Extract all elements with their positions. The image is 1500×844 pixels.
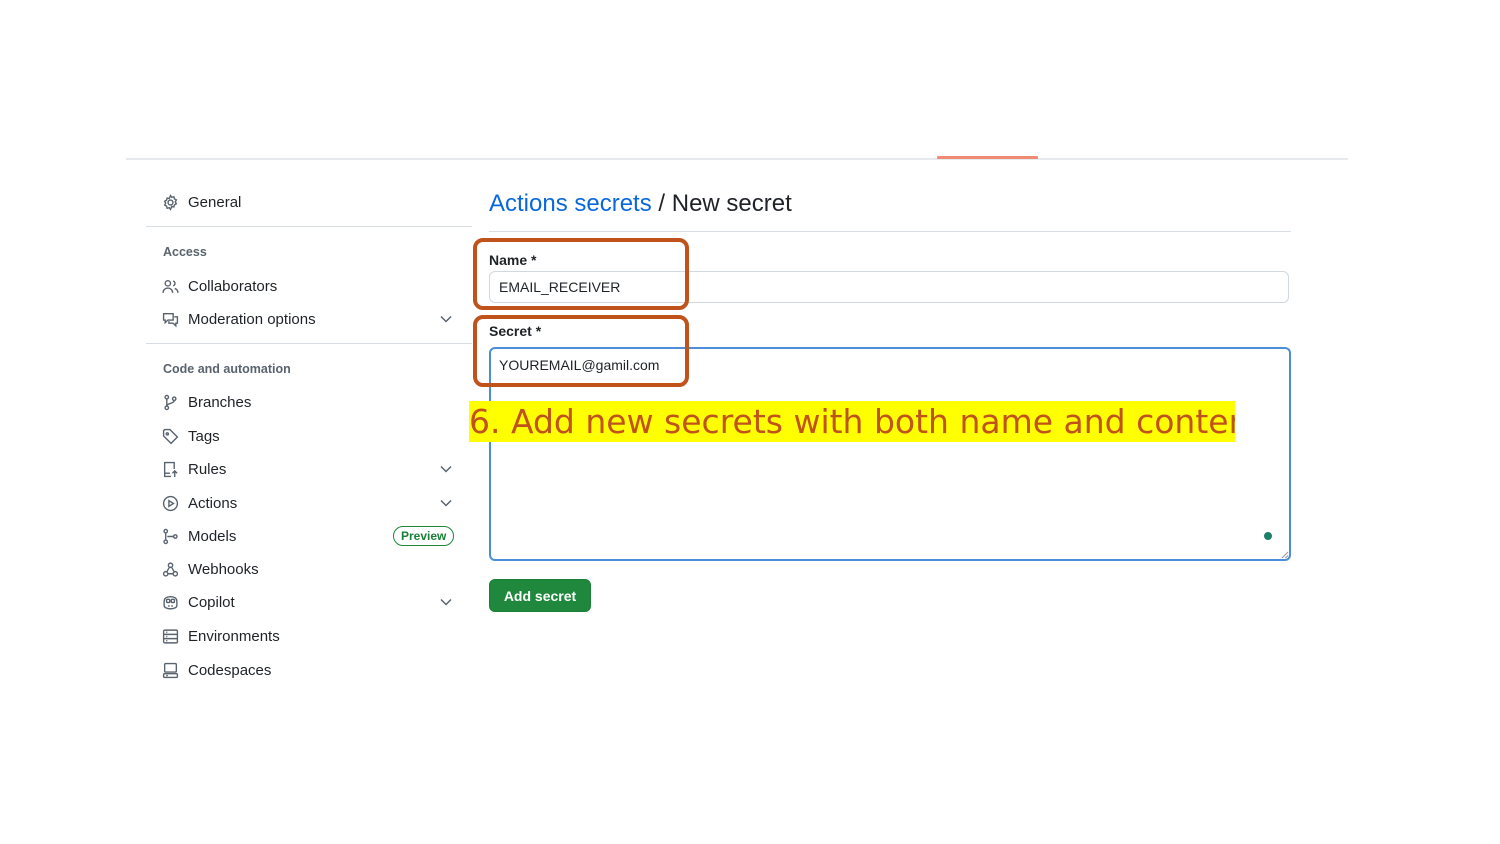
people-icon: [162, 278, 179, 295]
add-secret-button[interactable]: Add secret: [489, 579, 591, 612]
annotation-name-highlight: [473, 238, 689, 310]
section-heading-access: Access: [163, 245, 207, 259]
sidebar-item-label: Collaborators: [188, 277, 278, 295]
sidebar-item-collaborators[interactable]: Collaborators: [146, 270, 472, 302]
sidebar-item-tags[interactable]: Tags: [146, 420, 472, 452]
sidebar-item-moderation-options[interactable]: Moderation options: [146, 303, 472, 335]
git-branch-icon: [162, 394, 179, 411]
resize-handle-icon[interactable]: [1279, 549, 1289, 559]
chevron-down-icon[interactable]: [439, 596, 455, 608]
sidebar-item-label: General: [188, 193, 242, 211]
codespaces-icon: [162, 662, 179, 679]
sidebar-item-label: Webhooks: [188, 560, 259, 578]
extension-status-dot: [1264, 532, 1272, 540]
workflow-icon: [162, 528, 179, 545]
active-tab-indicator: [937, 156, 1038, 159]
webhook-icon: [162, 561, 179, 578]
sidebar-item-environments[interactable]: Environments: [146, 620, 472, 652]
sidebar-item-codespaces[interactable]: Codespaces: [146, 654, 472, 686]
chevron-down-icon[interactable]: [439, 497, 455, 509]
page-title-text: New secret: [671, 190, 792, 217]
page-title: Actions secrets / New secret: [489, 190, 792, 218]
preview-badge: Preview: [393, 526, 455, 546]
sidebar-item-label: Rules: [188, 460, 227, 478]
section-heading-code-and-automation: Code and automation: [163, 362, 291, 376]
annotation-secret-highlight: [473, 315, 689, 387]
sidebar-item-branches[interactable]: Branches: [146, 386, 472, 418]
sidebar-item-label: Models: [188, 527, 237, 545]
sidebar-divider: [146, 343, 472, 344]
tag-icon: [162, 428, 179, 445]
play-icon: [162, 495, 179, 512]
sidebar-item-rules[interactable]: Rules: [146, 453, 472, 485]
chevron-down-icon[interactable]: [439, 463, 455, 475]
copilot-icon: [162, 594, 179, 611]
sidebar-item-webhooks[interactable]: Webhooks: [146, 553, 472, 585]
sidebar-item-label: Actions: [188, 494, 238, 512]
sidebar-item-label: Moderation options: [188, 310, 316, 328]
sidebar-item-actions[interactable]: Actions: [146, 487, 472, 519]
sidebar-item-general[interactable]: General: [146, 186, 472, 218]
sidebar-item-label: Copilot: [188, 593, 235, 611]
sidebar-item-models[interactable]: Models Preview: [146, 520, 472, 552]
sidebar-item-label: Codespaces: [188, 661, 272, 679]
breadcrumb-actions-secrets[interactable]: Actions secrets: [489, 190, 652, 217]
header-underline: [126, 158, 1348, 160]
chevron-down-icon[interactable]: [439, 313, 455, 325]
sidebar-item-label: Tags: [188, 427, 220, 445]
sidebar-item-label: Environments: [188, 627, 280, 645]
server-icon: [162, 628, 179, 645]
sidebar-divider: [146, 226, 472, 227]
gear-icon: [162, 194, 179, 211]
sidebar-item-label: Branches: [188, 393, 252, 411]
comment-discussion-icon: [162, 311, 179, 328]
repo-push-icon: [162, 461, 179, 478]
title-divider: [489, 231, 1291, 232]
breadcrumb-separator: /: [651, 190, 672, 217]
annotation-callout: 6. Add new secrets with both name and co…: [469, 401, 1235, 442]
sidebar-item-copilot[interactable]: Copilot: [146, 586, 472, 618]
